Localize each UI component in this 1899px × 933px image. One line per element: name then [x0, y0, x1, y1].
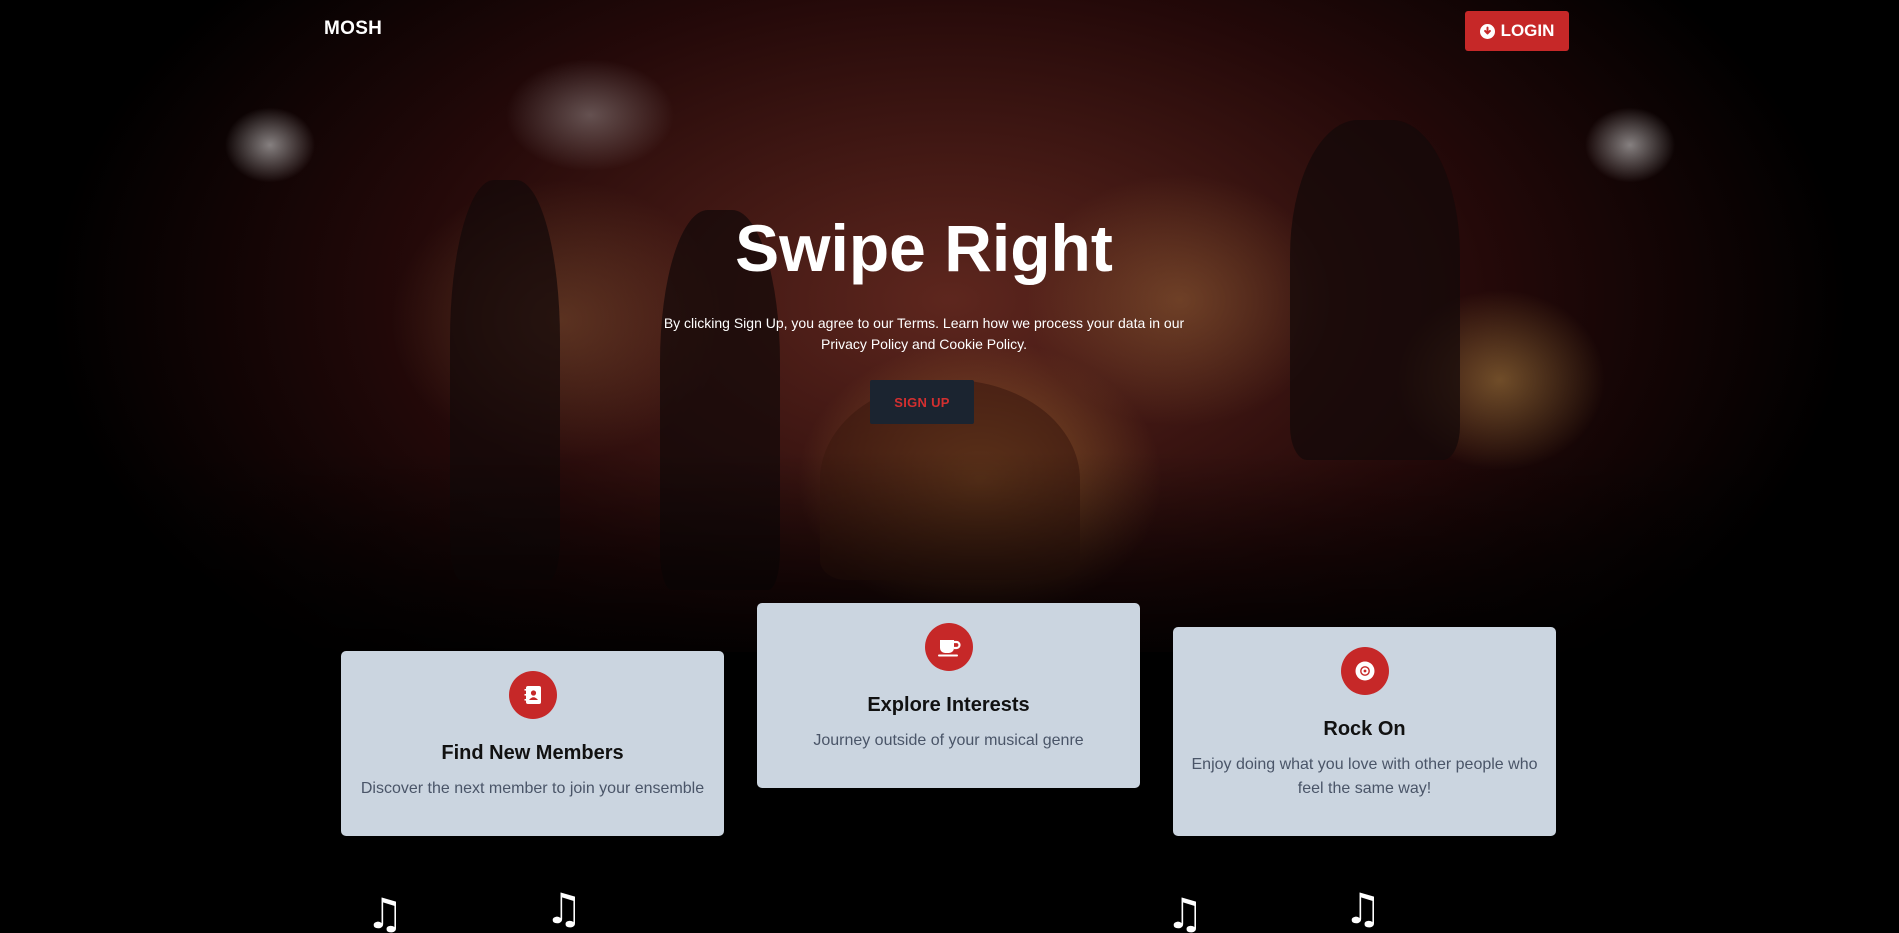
- feature-title: Find New Members: [441, 742, 624, 764]
- feature-card-explore-interests: Explore Interests Journey outside of you…: [757, 603, 1140, 788]
- feature-title: Rock On: [1323, 718, 1406, 740]
- feature-description: Discover the next member to join your en…: [360, 780, 705, 797]
- login-button[interactable]: LOGIN: [1465, 11, 1569, 51]
- coffee-cup-icon: [924, 623, 973, 671]
- music-note-icon: ♫: [1344, 884, 1382, 933]
- top-navbar: MOSH LOGIN: [0, 0, 1899, 62]
- signup-disclaimer: By clicking Sign Up, you agree to our Te…: [663, 315, 1185, 352]
- bassist-silhouette: [1290, 120, 1460, 460]
- contact-book-icon: [508, 671, 557, 719]
- hero-title: Swipe Right: [735, 211, 1113, 285]
- music-note-icon: ♫: [1166, 889, 1204, 933]
- login-label: LOGIN: [1500, 21, 1555, 40]
- download-circle-icon: [1479, 23, 1495, 39]
- feature-description: Journey outside of your musical genre: [813, 732, 1084, 749]
- vinyl-record-icon: [1340, 647, 1389, 695]
- feature-description: Enjoy doing what you love with other peo…: [1191, 756, 1538, 797]
- feature-title: Explore Interests: [867, 694, 1030, 716]
- signup-button[interactable]: SIGN UP: [870, 380, 974, 424]
- feature-card-find-members: Find New Members Discover the next membe…: [341, 651, 724, 836]
- landing-page: MOSH LOGIN Swipe Right By clicking Sign …: [0, 0, 1899, 933]
- music-note-icon: ♫: [545, 884, 583, 933]
- brand-logo[interactable]: MOSH: [324, 18, 382, 40]
- music-note-icon: ♫: [366, 889, 404, 933]
- feature-card-rock-on: Rock On Enjoy doing what you love with o…: [1173, 627, 1556, 836]
